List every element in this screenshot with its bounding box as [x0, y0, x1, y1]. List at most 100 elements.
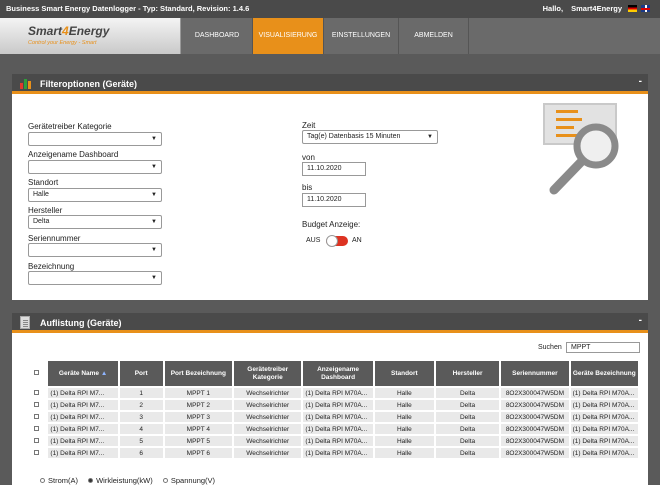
toggle-knob — [326, 235, 338, 247]
table-cell: (1) Delta RPI M70A... — [303, 388, 373, 398]
budget-toggle[interactable] — [326, 235, 348, 247]
logo[interactable]: Smart4Energy Control your Energy - Smart — [0, 18, 181, 54]
table-cell: Halle — [374, 436, 434, 446]
chevron-down-icon: ▼ — [427, 134, 433, 140]
row-select-cell[interactable] — [26, 448, 46, 458]
col-hersteller[interactable]: Hersteller — [435, 361, 500, 386]
select-all-checkbox[interactable] — [33, 369, 39, 375]
table-row[interactable]: (1) Delta RPI M7... 1 MPPT 1 Wechselrichter… — [26, 388, 638, 398]
table-cell: 8O2X300047W5DM — [501, 412, 569, 422]
table-cell: (1) Delta RPI M7... — [48, 448, 118, 458]
table-cell: 8O2X300047W5DM — [501, 448, 569, 458]
table-cell: (1) Delta RPI M70A... — [570, 412, 638, 422]
option-wirkleistung[interactable]: Wirkleistung(kW) — [88, 476, 153, 485]
col-seriennummer[interactable]: Seriennummer — [501, 361, 569, 386]
select-seriennummer[interactable]: ▼ — [28, 243, 162, 257]
table-row[interactable]: (1) Delta RPI M7... 2 MPPT 2 Wechselrichter… — [26, 400, 638, 410]
table-cell: Wechselrichter — [234, 412, 302, 422]
table-cell: Halle — [374, 448, 434, 458]
date-from-input[interactable]: 11.10.2020 — [302, 162, 366, 176]
col-port[interactable]: Port — [119, 361, 163, 386]
collapse-icon[interactable]: - — [639, 76, 642, 87]
table-cell: (1) Delta RPI M70A... — [303, 412, 373, 422]
listing-panel-header[interactable]: Auflistung (Geräte) - — [12, 313, 648, 333]
row-select-cell[interactable] — [26, 412, 46, 422]
app-title: Business Smart Energy Datenlogger - Typ:… — [6, 4, 250, 13]
label-von: von — [302, 153, 315, 162]
select-geraetetreiber-kategorie[interactable]: ▼ — [28, 132, 162, 146]
nav-visualisierung[interactable]: VISUALISIERUNG — [253, 18, 324, 54]
table-cell: 5 — [119, 436, 163, 446]
row-checkbox[interactable] — [33, 437, 39, 443]
chevron-down-icon: ▼ — [151, 192, 157, 198]
select-all-cell[interactable] — [26, 361, 46, 386]
row-checkbox[interactable] — [33, 413, 39, 419]
select-bezeichnung[interactable]: ▼ — [28, 271, 162, 285]
collapse-icon[interactable]: - — [639, 315, 642, 326]
radio-spannung[interactable] — [162, 478, 168, 483]
col-geraete-name[interactable]: Geräte Name ▲ — [48, 361, 118, 386]
col-geraetetreiber-kategorie[interactable]: Gerätetreiber Kategorie — [234, 361, 302, 386]
row-checkbox[interactable] — [33, 449, 39, 455]
select-anzeigename-dashboard[interactable]: ▼ — [28, 160, 162, 174]
radio-strom[interactable] — [40, 478, 45, 483]
label-bezeichnung: Bezeichnung — [28, 262, 75, 271]
label-zeit: Zeit — [302, 121, 316, 130]
table-cell: (1) Delta RPI M7... — [48, 400, 118, 410]
chevron-down-icon: ▼ — [151, 275, 157, 281]
sort-ascending-icon: ▲ — [100, 369, 108, 377]
table-cell: MPPT 5 — [164, 436, 233, 446]
select-standort[interactable]: Halle ▼ — [28, 188, 162, 202]
label-hersteller: Hersteller — [28, 206, 63, 215]
table-cell: Delta — [435, 436, 500, 446]
col-port-bezeichnung[interactable]: Port Bezeichnung — [164, 361, 233, 386]
date-to-input[interactable]: 11.10.2020 — [302, 193, 366, 207]
table-cell: Delta — [435, 388, 500, 398]
nav-dashboard[interactable]: DASHBOARD — [182, 18, 253, 54]
radio-wirkleistung[interactable] — [88, 478, 94, 483]
table-cell: Halle — [374, 424, 434, 434]
table-cell: (1) Delta RPI M70A... — [570, 436, 638, 446]
option-spannung[interactable]: Spannung(V) — [162, 476, 215, 485]
nav-einstellungen[interactable]: EINSTELLUNGEN — [324, 18, 399, 54]
select-zeit[interactable]: Tag(e) Datenbasis 15 Minuten ▼ — [302, 130, 438, 144]
table-cell: (1) Delta RPI M7... — [48, 388, 118, 398]
row-select-cell[interactable] — [26, 388, 46, 398]
table-cell: (1) Delta RPI M7... — [48, 436, 118, 446]
table-row[interactable]: (1) Delta RPI M7... 5 MPPT 5 Wechselrichter… — [26, 436, 638, 446]
chevron-down-icon: ▼ — [151, 247, 157, 253]
measurement-options: Strom(A) Wirkleistung(kW) Spannung(V) — [40, 476, 223, 485]
row-select-cell[interactable] — [26, 400, 46, 410]
table-cell: Halle — [374, 388, 434, 398]
select-hersteller[interactable]: Delta ▼ — [28, 215, 162, 229]
uk-flag-icon[interactable] — [641, 5, 650, 12]
table-cell: 2 — [119, 400, 163, 410]
row-select-cell[interactable] — [26, 436, 46, 446]
col-standort[interactable]: Standort — [374, 361, 434, 386]
document-icon — [20, 316, 30, 329]
chevron-down-icon: ▼ — [151, 164, 157, 170]
chevron-down-icon: ▼ — [151, 136, 157, 142]
filter-panel-header[interactable]: Filteroptionen (Geräte) - — [12, 74, 648, 94]
row-checkbox[interactable] — [33, 401, 39, 407]
table-cell: Delta — [435, 412, 500, 422]
col-anzeigename-dashboard[interactable]: Anzeigename Dashboard — [303, 361, 373, 386]
search-input[interactable]: MPPT — [566, 342, 640, 353]
greeting-label: Hallo, — [542, 4, 564, 13]
option-strom[interactable]: Strom(A) — [40, 476, 78, 485]
table-cell: 1 — [119, 388, 163, 398]
row-checkbox[interactable] — [33, 389, 39, 395]
table-cell: MPPT 2 — [164, 400, 233, 410]
table-cell: 8O2X300047W5DM — [501, 388, 569, 398]
row-select-cell[interactable] — [26, 424, 46, 434]
table-cell: Wechselrichter — [234, 424, 302, 434]
nav-abmelden[interactable]: ABMELDEN — [399, 18, 469, 54]
table-row[interactable]: (1) Delta RPI M7... 3 MPPT 3 Wechselrichter… — [26, 412, 638, 422]
table-row[interactable]: (1) Delta RPI M7... 6 MPPT 6 Wechselrichter… — [26, 448, 638, 458]
table-cell: 8O2X300047W5DM — [501, 400, 569, 410]
german-flag-icon[interactable] — [628, 5, 637, 12]
table-row[interactable]: (1) Delta RPI M7... 4 MPPT 4 Wechselrichter… — [26, 424, 638, 434]
listing-panel-title: Auflistung (Geräte) — [40, 318, 122, 328]
col-geraete-bezeichnung[interactable]: Geräte Bezeichnung — [570, 361, 638, 386]
row-checkbox[interactable] — [33, 425, 39, 431]
